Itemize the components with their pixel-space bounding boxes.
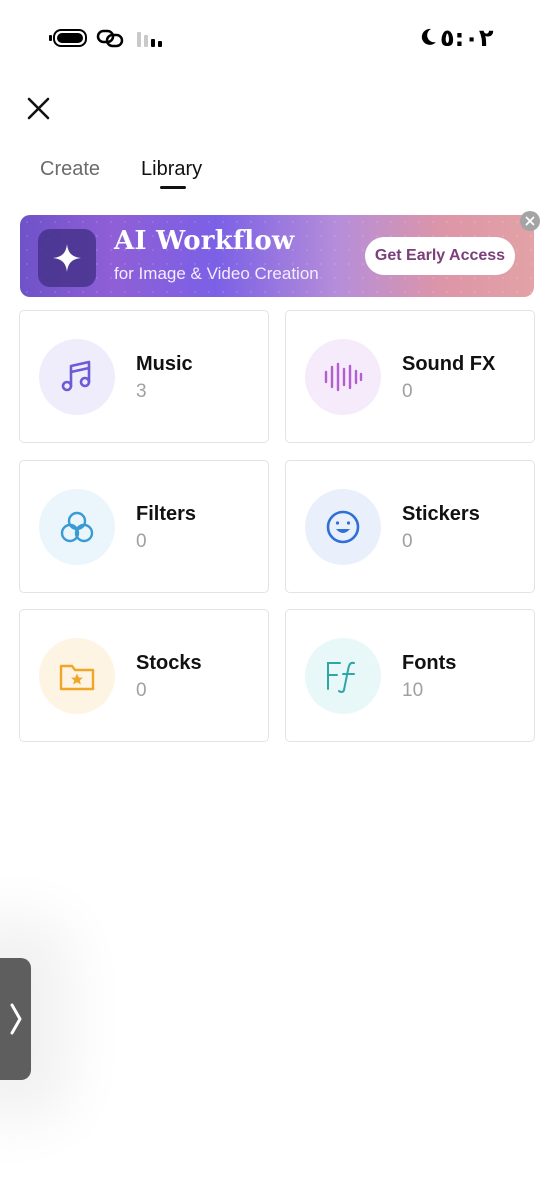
card-count: 0	[402, 531, 413, 552]
banner-close-button[interactable]	[520, 211, 540, 231]
get-early-access-button[interactable]: Get Early Access	[365, 237, 515, 275]
card-count: 0	[402, 381, 413, 402]
clock: ٥:٠٢	[440, 24, 494, 52]
moon-icon	[421, 28, 436, 45]
fonts-icon	[305, 638, 381, 714]
tab-bar: Create Library	[0, 158, 554, 198]
smiley-icon	[305, 489, 381, 565]
card-title: Sound FX	[402, 353, 496, 375]
library-card-fonts[interactable]: Fonts 10	[285, 609, 535, 742]
card-count: 0	[136, 680, 147, 701]
card-count: 0	[136, 531, 147, 552]
tab-create[interactable]: Create	[40, 158, 100, 181]
library-card-stickers[interactable]: Stickers 0	[285, 460, 535, 593]
library-card-music[interactable]: Music 3	[19, 310, 269, 443]
close-icon	[525, 216, 535, 226]
close-button[interactable]	[24, 94, 54, 124]
signal-icon	[137, 32, 162, 47]
library-card-filters[interactable]: Filters 0	[19, 460, 269, 593]
card-title: Filters	[136, 503, 197, 525]
battery-icon	[49, 29, 87, 47]
card-title: Stickers	[402, 503, 480, 525]
card-title: Fonts	[402, 652, 457, 674]
banner-subtitle: for Image & Video Creation	[114, 264, 319, 283]
close-icon	[27, 97, 50, 120]
filters-icon	[39, 489, 115, 565]
tab-library[interactable]: Library	[141, 158, 202, 181]
music-note-icon	[39, 339, 115, 415]
library-card-stocks[interactable]: Stocks 0	[19, 609, 269, 742]
card-count: 3	[136, 381, 147, 402]
sparkle-icon	[38, 229, 96, 287]
banner-title: AI Workflow	[114, 226, 295, 256]
active-tab-indicator	[160, 186, 186, 189]
side-panel-handle[interactable]	[0, 958, 31, 1080]
waveform-icon	[305, 339, 381, 415]
card-title: Stocks	[136, 652, 202, 674]
folder-star-icon	[39, 638, 115, 714]
card-count: 10	[402, 680, 424, 701]
status-bar: ٥:٠٢	[0, 0, 554, 74]
card-title: Music	[136, 353, 193, 375]
chevron-right-icon	[10, 1003, 21, 1035]
library-card-sound-fx[interactable]: Sound FX 0	[285, 310, 535, 443]
ai-workflow-banner[interactable]: AI Workflow for Image & Video Creation G…	[20, 215, 534, 297]
link-icon	[96, 29, 124, 48]
